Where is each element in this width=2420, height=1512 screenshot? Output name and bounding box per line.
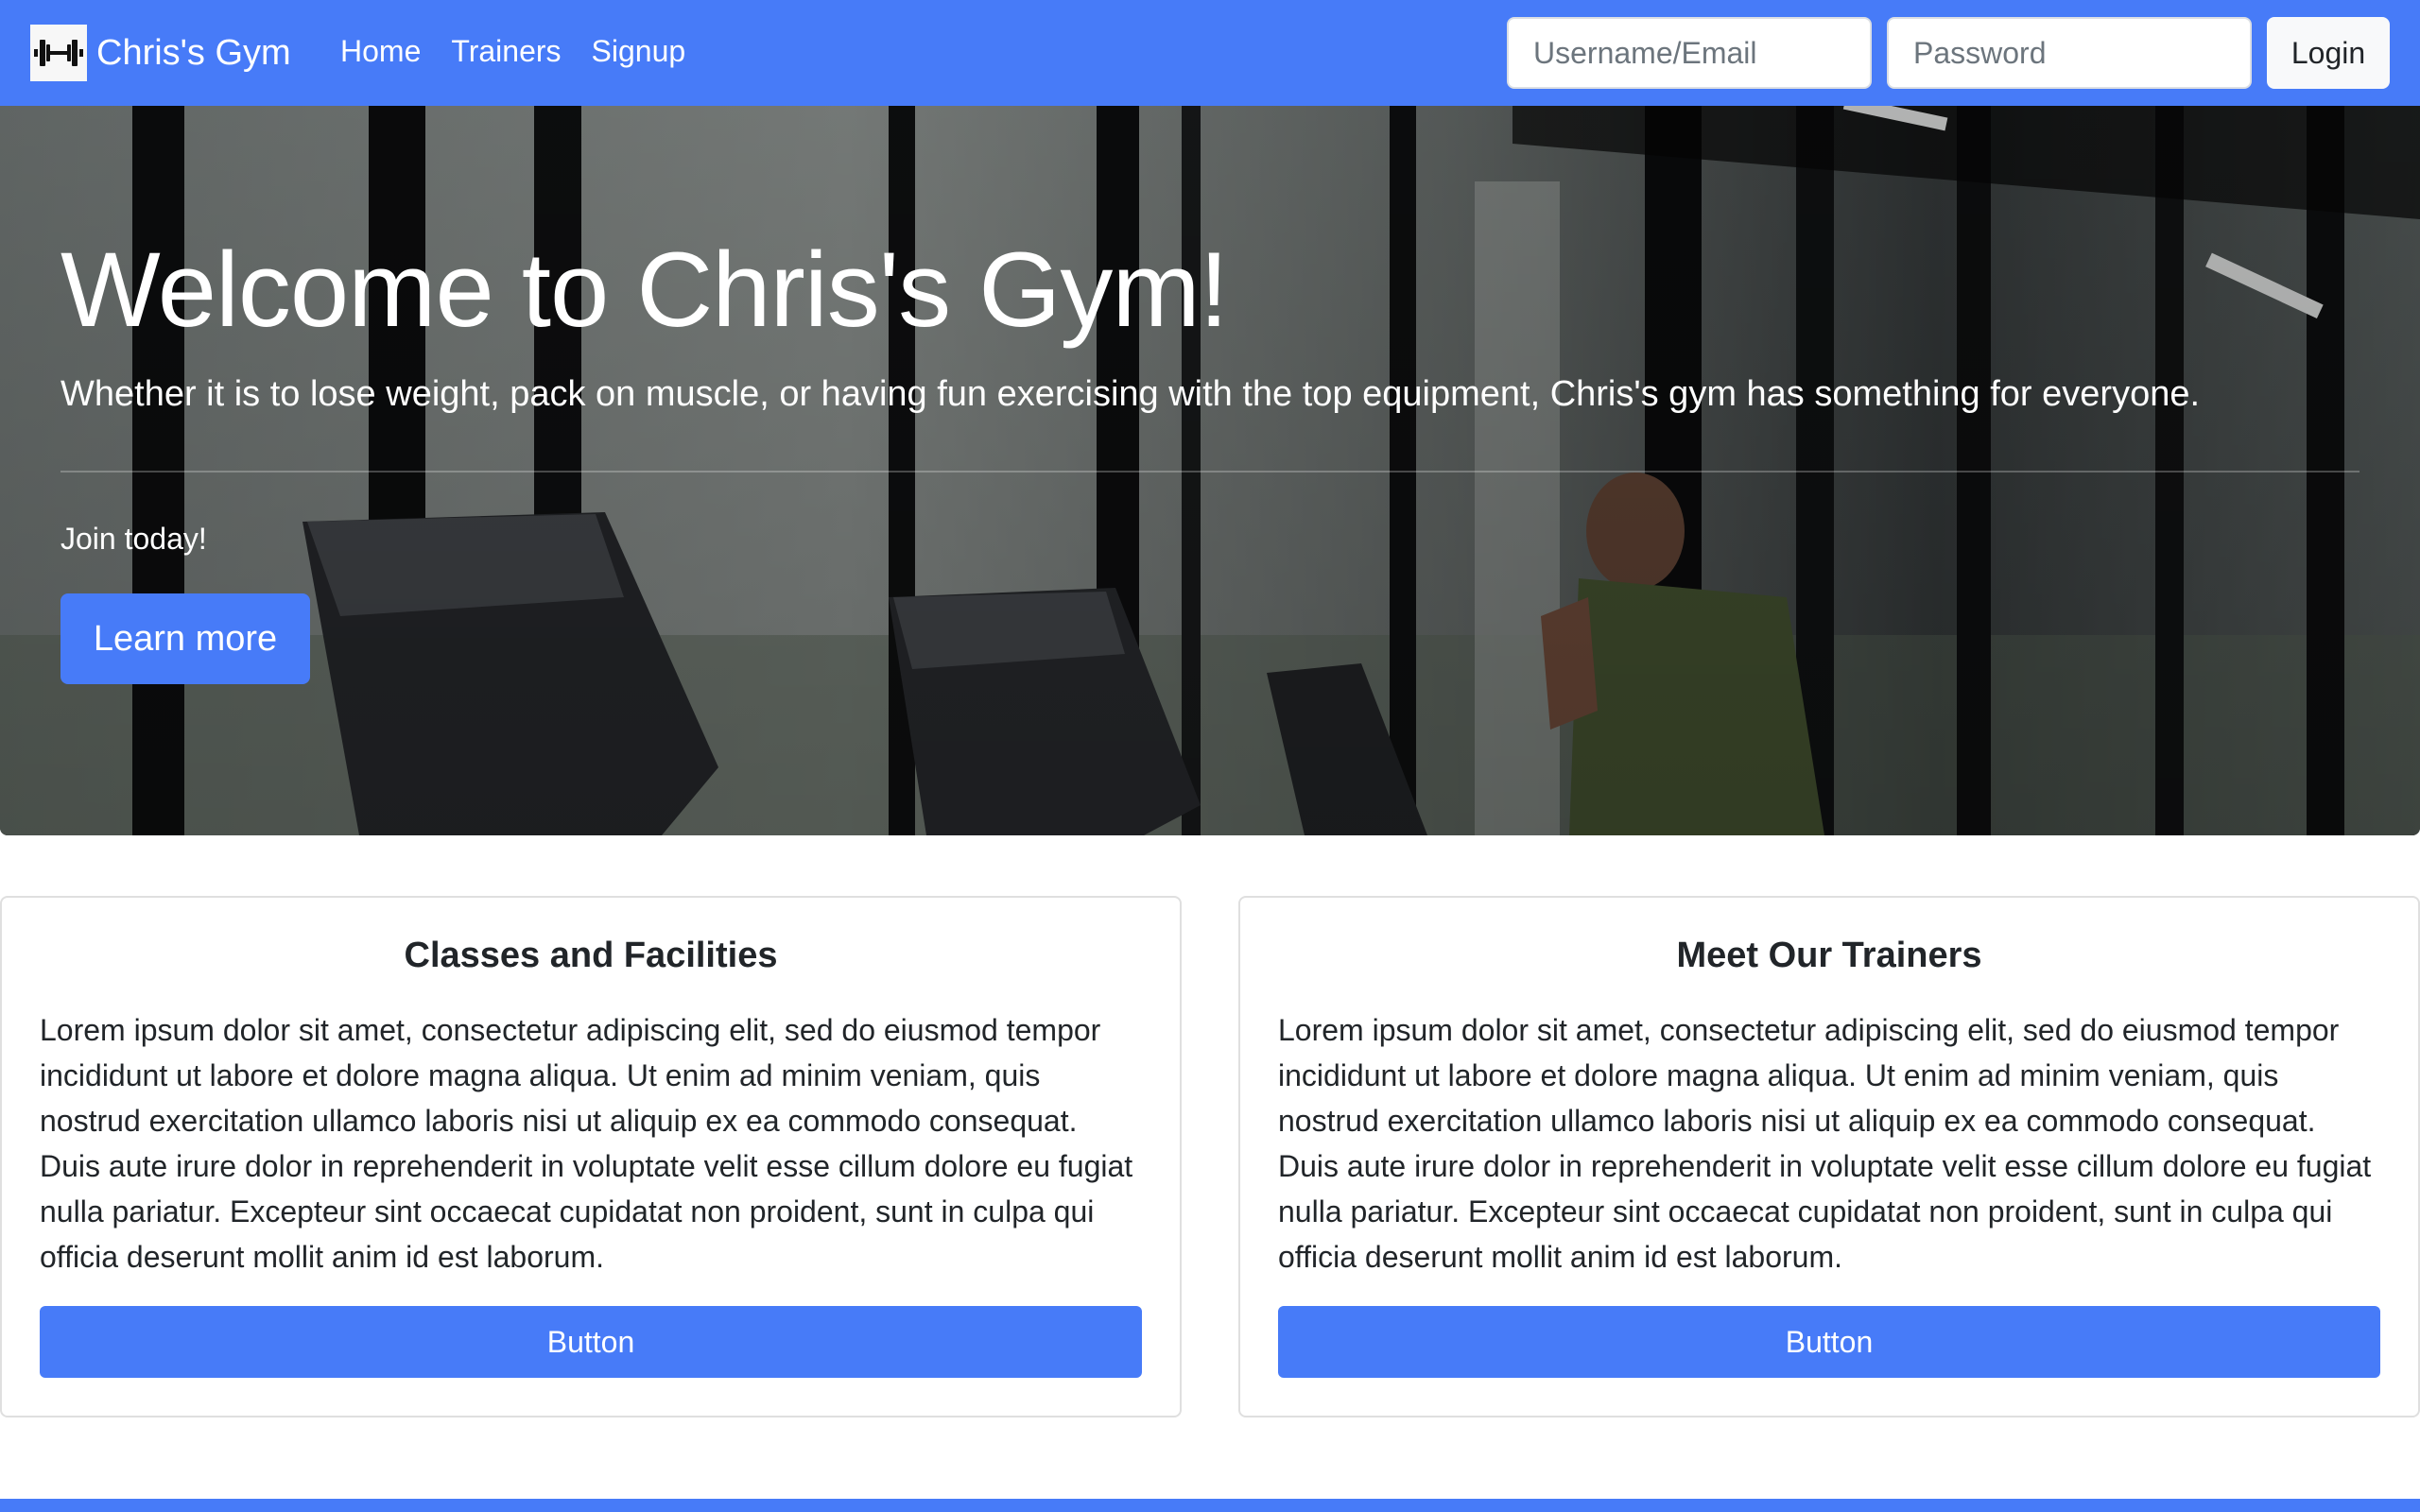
card-title: Classes and Facilities (404, 936, 778, 975)
password-input[interactable] (1887, 17, 2252, 89)
nav-links: Home Trainers Signup (340, 34, 685, 69)
hero-join-text: Join today! (60, 522, 207, 556)
card-classes-facilities: Classes and Facilities Lorem ipsum dolor… (0, 896, 1182, 1418)
nav-link-home[interactable]: Home (340, 34, 421, 69)
card-meet-trainers: Meet Our Trainers Lorem ipsum dolor sit … (1238, 896, 2420, 1418)
hero-divider (60, 471, 2360, 472)
brand-link[interactable]: Chris's Gym (30, 25, 291, 81)
dumbbell-icon (30, 25, 87, 81)
card-text: Lorem ipsum dolor sit amet, consectetur … (40, 1013, 1133, 1274)
nav-link-signup[interactable]: Signup (592, 34, 686, 69)
navbar: Chris's Gym Home Trainers Signup Login (0, 0, 2420, 106)
footer-bar (0, 1499, 2420, 1512)
learn-more-button[interactable]: Learn more (60, 593, 310, 684)
login-button[interactable]: Login (2267, 17, 2390, 89)
login-form: Login (1507, 17, 2390, 89)
card-button[interactable]: Button (1278, 1306, 2380, 1378)
card-title: Meet Our Trainers (1676, 936, 1982, 975)
brand-name: Chris's Gym (96, 32, 291, 73)
card-text: Lorem ipsum dolor sit amet, consectetur … (1278, 1013, 2372, 1274)
hero-lead-text: Whether it is to lose weight, pack on mu… (60, 374, 2201, 414)
nav-link-trainers[interactable]: Trainers (451, 34, 561, 69)
hero-jumbotron: Welcome to Chris's Gym! Whether it is to… (0, 106, 2420, 835)
username-input[interactable] (1507, 17, 1872, 89)
card-button[interactable]: Button (40, 1306, 1142, 1378)
hero-title: Welcome to Chris's Gym! (60, 231, 1229, 349)
